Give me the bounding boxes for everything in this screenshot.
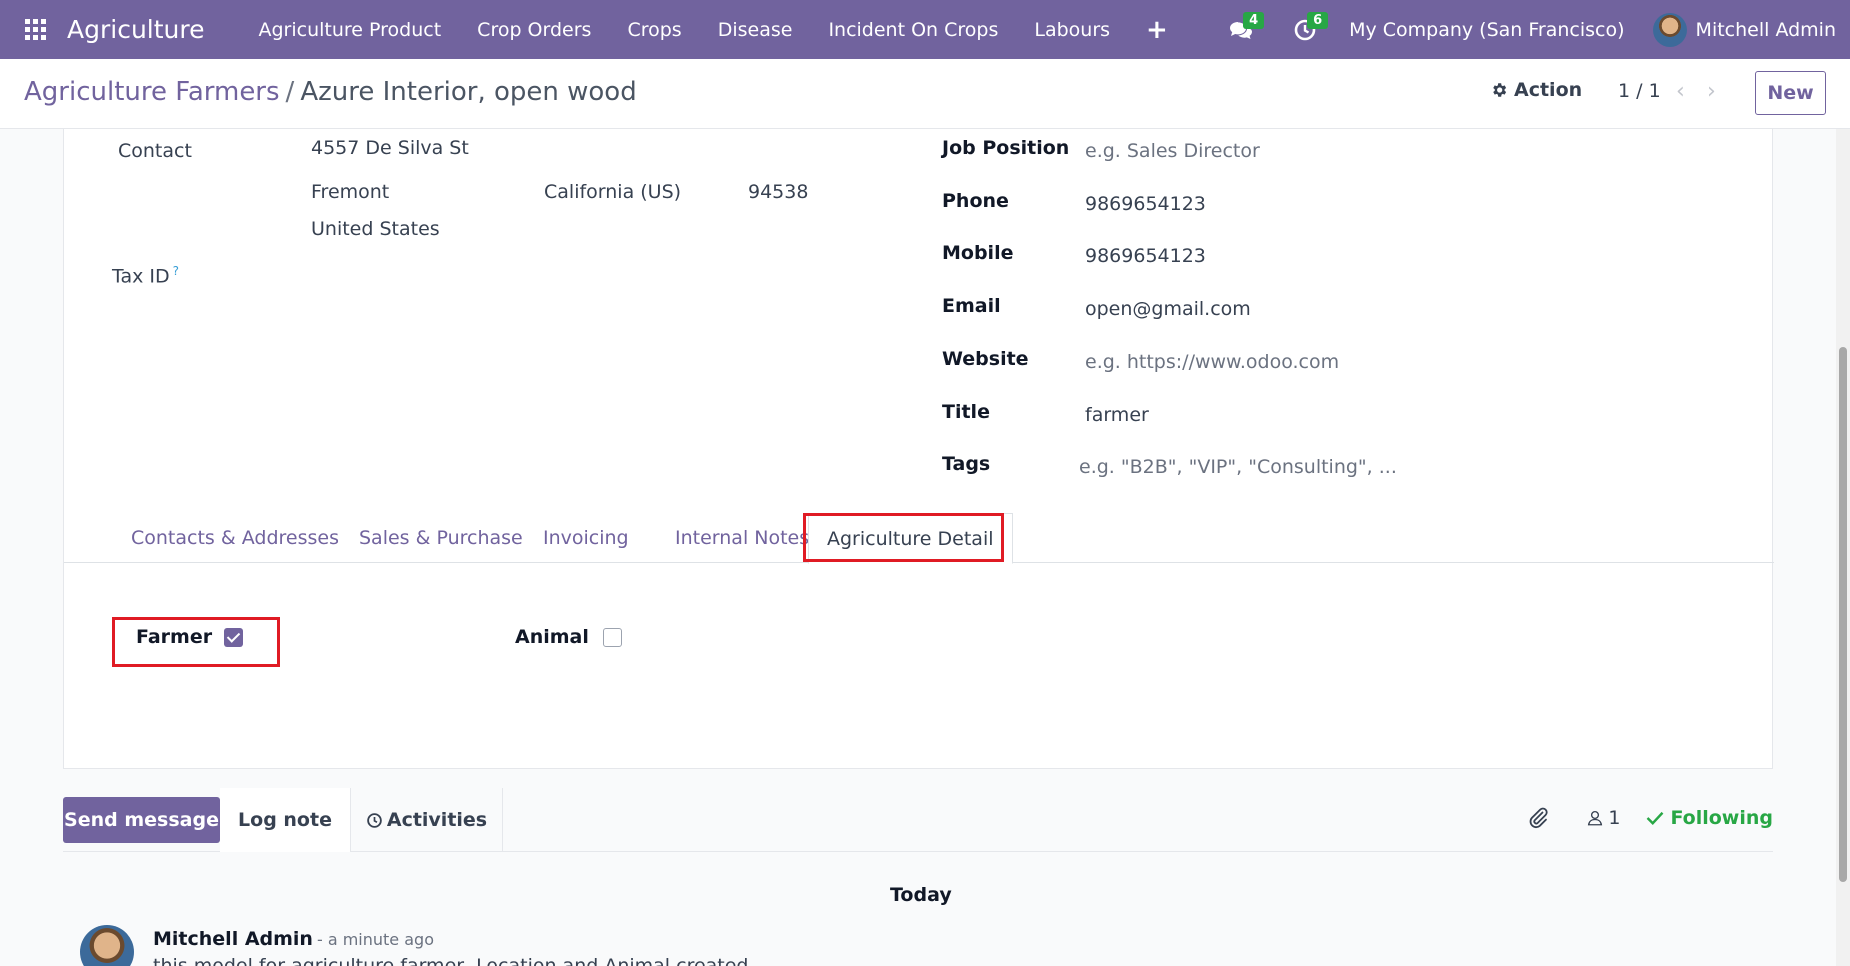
user-menu[interactable]: Mitchell Admin <box>1696 19 1836 41</box>
message-author-avatar[interactable] <box>80 925 134 966</box>
breadcrumb-current: Azure Interior, open wood <box>300 77 637 107</box>
activities-count-badge: 6 <box>1307 12 1329 29</box>
send-message-button[interactable]: Send message <box>63 797 220 843</box>
tags-label: Tags <box>942 453 991 475</box>
message-author: Mitchell Admin - a minute ago <box>153 928 434 950</box>
message-body: this model for agriculture farmer, Locat… <box>153 955 749 966</box>
breadcrumb-separator: / <box>285 77 295 107</box>
menu-incident-on-crops[interactable]: Incident On Crops <box>810 0 1016 59</box>
action-button[interactable]: Action <box>1490 79 1582 101</box>
following-label: Following <box>1670 807 1773 829</box>
activities-label: Activities <box>386 809 488 831</box>
tags-input[interactable]: e.g. "B2B", "VIP", "Consulting", ... <box>1079 456 1397 478</box>
chatter-topbar: Send message Log note Activities 1 Follo… <box>63 788 1773 852</box>
company-switcher[interactable]: My Company (San Francisco) <box>1349 19 1624 41</box>
breadcrumb-parent[interactable]: Agriculture Farmers <box>24 77 280 107</box>
country-field[interactable]: United States <box>311 218 440 240</box>
activities-clock-icon[interactable]: 6 <box>1273 0 1337 59</box>
mobile-label: Mobile <box>942 242 1014 264</box>
tax-id-label: Tax ID? <box>112 264 179 287</box>
tab-internal-notes[interactable]: Internal Notes <box>657 513 827 563</box>
page-scrollbar[interactable] <box>1836 129 1850 966</box>
messages-icon[interactable]: 4 <box>1209 0 1273 59</box>
state-field[interactable]: California (US) <box>544 181 681 203</box>
title-field[interactable]: farmer <box>1085 404 1149 426</box>
following-button[interactable]: Following <box>1646 807 1773 829</box>
job-position-label: Job Position <box>942 137 1070 159</box>
animal-checkbox[interactable] <box>603 628 622 647</box>
tab-invoicing[interactable]: Invoicing <box>525 513 647 563</box>
pager-next-icon[interactable]: › <box>1707 79 1716 104</box>
zip-field[interactable]: 94538 <box>748 181 808 203</box>
systray: 4 6 My Company (San Francisco) Mitchell … <box>1209 0 1850 59</box>
pager-previous-icon[interactable]: ‹ <box>1676 79 1685 104</box>
tab-contacts-addresses[interactable]: Contacts & Addresses <box>113 513 357 563</box>
followers-button[interactable]: 1 <box>1586 807 1620 829</box>
chatter-actions: 1 Following <box>1526 806 1773 830</box>
user-icon <box>1588 810 1603 826</box>
email-field[interactable]: open@gmail.com <box>1085 298 1251 320</box>
tab-highlight-box <box>803 513 1004 562</box>
job-position-input[interactable]: e.g. Sales Director <box>1085 140 1260 162</box>
message-date: - a minute ago <box>316 930 434 949</box>
menu-more-icon[interactable]: + <box>1128 15 1186 45</box>
help-tooltip-icon[interactable]: ? <box>173 264 179 278</box>
animal-label: Animal <box>515 626 589 648</box>
messages-count-badge: 4 <box>1243 12 1265 29</box>
mobile-field[interactable]: 9869654123 <box>1085 245 1206 267</box>
check-icon <box>1647 811 1664 825</box>
pager-value[interactable]: 1 / 1 <box>1618 80 1661 102</box>
contact-label: Contact <box>118 140 192 162</box>
user-avatar[interactable] <box>1652 12 1687 47</box>
app-brand[interactable]: Agriculture <box>67 15 205 44</box>
tab-sales-purchase[interactable]: Sales & Purchase <box>341 513 541 563</box>
menu-crops[interactable]: Crops <box>609 0 699 59</box>
activities-button[interactable]: Activities <box>351 788 503 852</box>
gear-icon <box>1493 83 1507 97</box>
street-field[interactable]: 4557 De Silva St <box>311 137 469 159</box>
control-panel: Agriculture Farmers / Azure Interior, open… <box>0 59 1850 129</box>
menu-crop-orders[interactable]: Crop Orders <box>459 0 609 59</box>
tax-id-label-text: Tax ID <box>112 265 170 288</box>
action-label: Action <box>1514 79 1583 101</box>
menu-agriculture-product[interactable]: Agriculture Product <box>241 0 460 59</box>
menu-disease[interactable]: Disease <box>700 0 811 59</box>
message-author-name[interactable]: Mitchell Admin <box>153 928 313 950</box>
paperclip-icon[interactable] <box>1526 806 1550 830</box>
date-separator: Today <box>890 884 952 906</box>
log-note-button[interactable]: Log note <box>220 788 351 852</box>
menu-labours[interactable]: Labours <box>1016 0 1128 59</box>
form-sheet: Contact 4557 De Silva St Fremont Califor… <box>63 129 1774 769</box>
city-field[interactable]: Fremont <box>311 181 389 203</box>
followers-count: 1 <box>1608 807 1621 829</box>
new-button[interactable]: New <box>1755 71 1826 115</box>
website-input[interactable]: e.g. https://www.odoo.com <box>1085 351 1339 373</box>
breadcrumb: Agriculture Farmers / Azure Interior, open… <box>24 77 637 107</box>
top-navbar: Agriculture Agriculture Product Crop Ord… <box>0 0 1850 59</box>
clock-icon <box>367 812 382 828</box>
farmer-highlight-box <box>112 617 280 667</box>
phone-field[interactable]: 9869654123 <box>1085 193 1206 215</box>
title-label: Title <box>942 401 990 423</box>
apps-menu-icon[interactable] <box>0 0 70 59</box>
scrollbar-thumb[interactable] <box>1839 347 1847 882</box>
email-label: Email <box>942 295 1001 317</box>
website-label: Website <box>942 348 1029 370</box>
phone-label: Phone <box>942 190 1009 212</box>
